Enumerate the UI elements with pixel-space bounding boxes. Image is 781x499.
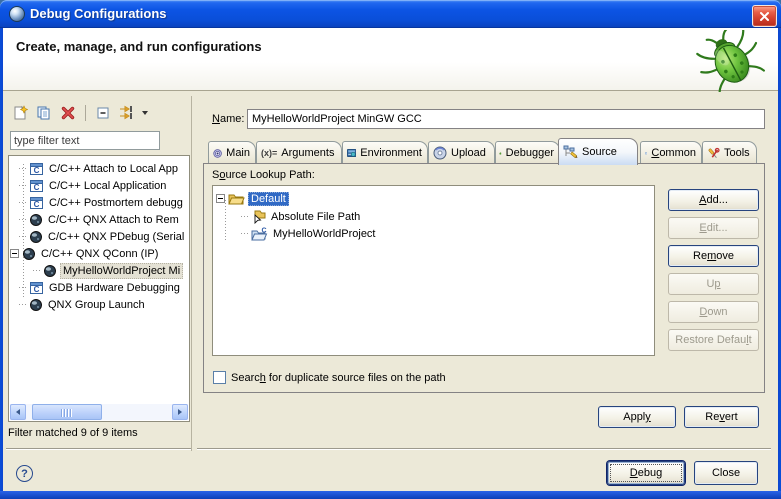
environment-tab-icon <box>347 147 356 159</box>
title-bar[interactable]: Debug Configurations <box>0 0 781 28</box>
panel-divider[interactable] <box>191 96 192 451</box>
window-border-bottom <box>0 491 781 499</box>
svg-text:C: C <box>34 183 40 192</box>
c-application-icon: C <box>29 281 44 295</box>
source-tree-item[interactable]: C MyHelloWorldProject <box>241 225 378 242</box>
tree-item[interactable]: CC/C++ Postmortem debugg <box>19 194 185 211</box>
svg-text:C: C <box>34 200 40 209</box>
upload-tab-icon <box>433 146 447 160</box>
absolute-file-path-icon <box>251 210 266 224</box>
tab-common[interactable]: Common <box>640 141 702 164</box>
window-title: Debug Configurations <box>30 6 167 21</box>
c-project-folder-icon: C <box>251 227 268 241</box>
page-title: Create, manage, and run configurations <box>16 39 262 54</box>
duplicate-icon[interactable] <box>34 103 54 123</box>
qnx-target-icon <box>22 247 36 261</box>
qnx-target-icon <box>29 298 43 312</box>
tools-tab-icon <box>707 147 720 160</box>
header-banner: Create, manage, and run configurations <box>3 28 778 91</box>
scroll-right-icon[interactable] <box>172 404 188 420</box>
horizontal-scrollbar[interactable] <box>10 404 188 420</box>
footer-separator <box>6 448 191 450</box>
debug-button[interactable]: Debug <box>607 461 685 485</box>
c-application-icon: C <box>29 179 44 193</box>
toolbar-separator <box>85 105 86 121</box>
scrollbar-thumb[interactable] <box>32 404 102 420</box>
tab-arguments[interactable]: (x)= Arguments <box>256 141 342 164</box>
tree-item-expanded[interactable]: C/C++ QNX QConn (IP) <box>10 245 160 262</box>
tree-item[interactable]: C/C++ QNX Attach to Rem <box>19 211 181 228</box>
up-button[interactable]: Up <box>668 273 759 295</box>
apply-button[interactable]: Apply <box>598 406 676 428</box>
common-tab-icon <box>645 148 647 159</box>
configurations-tree[interactable]: CC/C++ Attach to Local App CC/C++ Local … <box>8 155 190 422</box>
window-icon <box>9 6 25 22</box>
tree-item[interactable]: QNX Group Launch <box>19 296 147 313</box>
scroll-left-icon[interactable] <box>10 404 26 420</box>
qnx-target-icon <box>43 264 57 278</box>
checkbox-label: Search for duplicate source files on the… <box>231 372 446 384</box>
dialog-content: Create, manage, and run configurations <box>3 28 778 491</box>
c-application-icon: C <box>29 162 44 176</box>
restore-default-button[interactable]: Restore Default <box>668 329 759 351</box>
close-icon[interactable] <box>752 5 777 27</box>
c-application-icon: C <box>29 196 44 210</box>
qnx-target-icon <box>29 213 43 227</box>
tab-upload[interactable]: Upload <box>428 141 495 164</box>
svg-text:C: C <box>34 166 40 175</box>
svg-text:C: C <box>34 285 40 294</box>
main-tab-icon <box>213 147 222 160</box>
edit-button[interactable]: Edit... <box>668 217 759 239</box>
filter-icon[interactable] <box>117 103 137 123</box>
svg-text:C: C <box>261 227 266 234</box>
add-button[interactable]: Add... <box>668 189 759 211</box>
tree-item-selected[interactable]: MyHelloWorldProject Mi <box>33 262 183 279</box>
close-button[interactable]: Close <box>694 461 758 485</box>
tree-item[interactable]: CC/C++ Local Application <box>19 177 168 194</box>
revert-button[interactable]: Revert <box>684 406 759 428</box>
tree-item[interactable]: CC/C++ Attach to Local App <box>19 160 180 177</box>
filter-dropdown-arrow-icon[interactable] <box>142 111 148 115</box>
source-tree-item-selected[interactable]: Default <box>216 190 289 207</box>
tab-main[interactable]: Main <box>208 141 256 164</box>
duplicate-sources-checkrow: Search for duplicate source files on the… <box>213 371 446 384</box>
search-duplicates-checkbox[interactable] <box>213 371 226 384</box>
tree-item[interactable]: C/C++ QNX PDebug (Serial <box>19 228 186 245</box>
minus-expander-icon[interactable] <box>216 194 225 203</box>
source-lookup-path-label: Source Lookup Path: <box>212 169 315 181</box>
name-input[interactable] <box>247 109 765 129</box>
down-button[interactable]: Down <box>668 301 759 323</box>
minus-expander-icon[interactable] <box>10 249 19 258</box>
footer-separator <box>197 448 771 450</box>
new-config-icon[interactable] <box>10 103 30 123</box>
filter-input[interactable] <box>10 131 160 150</box>
filter-status: Filter matched 9 of 9 items <box>8 427 138 439</box>
remove-button[interactable]: Remove <box>668 245 759 267</box>
arguments-tab-icon: (x)= <box>261 148 277 158</box>
debugger-tab-icon <box>499 147 502 160</box>
open-folder-icon <box>228 192 245 205</box>
source-tree-item[interactable]: Absolute File Path <box>241 208 362 225</box>
tab-source[interactable]: Source <box>558 138 638 165</box>
tab-tools[interactable]: Tools <box>702 141 757 164</box>
debug-configurations-dialog: Debug Configurations Create, manage, and… <box>0 0 781 499</box>
tab-environment[interactable]: Environment <box>342 141 428 164</box>
bug-graphic <box>695 30 767 92</box>
tree-item[interactable]: CGDB Hardware Debugging <box>19 279 182 296</box>
configurations-toolbar <box>10 102 148 124</box>
source-tab-icon <box>563 145 578 159</box>
qnx-target-icon <box>29 230 43 244</box>
source-lookup-tree[interactable]: Default Absolute File Path C MyHelloWorl… <box>212 185 655 356</box>
delete-icon[interactable] <box>58 103 78 123</box>
name-label: Name: <box>212 113 244 125</box>
collapse-all-icon[interactable] <box>93 103 113 123</box>
tab-debugger[interactable]: Debugger <box>495 141 560 164</box>
help-icon[interactable]: ? <box>16 465 33 482</box>
